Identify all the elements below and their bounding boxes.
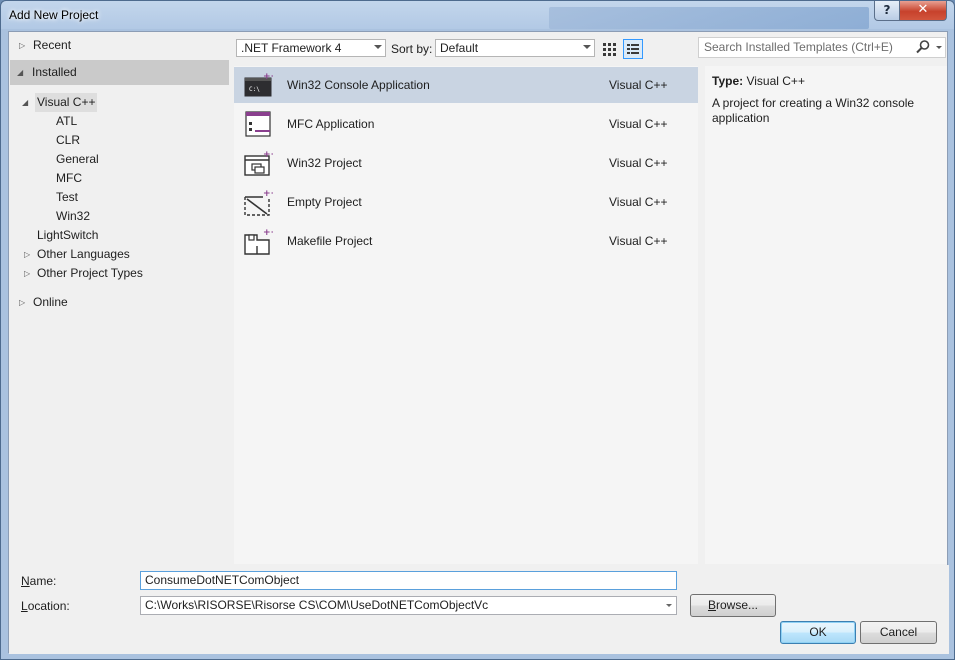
- type-label: Type:: [712, 74, 744, 88]
- chevron-down-icon[interactable]: [666, 604, 672, 607]
- add-new-project-dialog: Add New Project ? ✕ ▷ Recent ◢ Installed…: [0, 0, 955, 660]
- template-category-tree: ▷ Recent ◢ Installed ◢ Visual C++ ATL CL…: [10, 32, 231, 564]
- ok-button[interactable]: OK: [780, 621, 856, 644]
- template-toolbar: .NET Framework 4 Sort by: Default: [235, 32, 705, 66]
- tree-item-label: CLR: [56, 133, 81, 147]
- tree-item-label: MFC: [56, 171, 82, 185]
- template-name: Win32 Project: [287, 156, 362, 170]
- win32-project-icon: ++: [244, 150, 273, 176]
- tree-item-installed[interactable]: ◢ Installed: [10, 60, 229, 85]
- expand-arrow-icon[interactable]: ▷: [24, 245, 30, 264]
- list-view-button[interactable]: [623, 39, 643, 59]
- chevron-down-icon: [583, 45, 591, 49]
- empty-project-icon: ++: [244, 189, 273, 216]
- tree-item-label: Other Languages: [37, 247, 130, 261]
- help-button[interactable]: ?: [874, 1, 900, 21]
- template-item-empty-project[interactable]: ++ Empty Project Visual C++: [234, 184, 698, 220]
- svg-text:++: ++: [263, 228, 273, 238]
- template-language: Visual C++: [609, 156, 668, 170]
- tree-item-label: ATL: [56, 114, 78, 128]
- tree-item-label: Win32: [56, 209, 91, 223]
- tree-item-label: General: [56, 152, 99, 166]
- makefile-project-icon: ++: [244, 228, 273, 255]
- sort-by-label: Sort by:: [391, 42, 433, 56]
- search-icon[interactable]: [915, 39, 931, 55]
- browse-hotkey: B: [707, 598, 716, 612]
- template-name: Makefile Project: [287, 234, 373, 248]
- search-placeholder: Search Installed Templates (Ctrl+E): [704, 40, 893, 54]
- framework-select[interactable]: .NET Framework 4: [236, 39, 386, 57]
- template-type: Type: Visual C++: [712, 74, 805, 88]
- svg-text:++: ++: [263, 72, 273, 82]
- template-name: Win32 Console Application: [287, 78, 430, 92]
- dialog-title: Add New Project: [9, 8, 99, 22]
- chevron-down-icon[interactable]: [936, 46, 942, 49]
- framework-select-value: .NET Framework 4: [241, 41, 342, 55]
- template-item-makefile-project[interactable]: ++ Makefile Project Visual C++: [234, 223, 698, 259]
- expand-arrow-icon[interactable]: ▷: [24, 264, 30, 283]
- type-value: Visual C++: [746, 74, 805, 88]
- collapse-arrow-icon[interactable]: ◢: [17, 60, 23, 85]
- template-item-mfc-application[interactable]: MFC Application Visual C++: [234, 106, 698, 142]
- tree-item-label: Installed: [32, 65, 77, 79]
- template-list: C:\ ++ Win32 Console Application Visual …: [234, 66, 698, 564]
- background-window-strip: [549, 7, 869, 29]
- browse-label: rowse...: [716, 598, 759, 612]
- template-language: Visual C++: [609, 234, 668, 248]
- template-item-win32-console-application[interactable]: C:\ ++ Win32 Console Application Visual …: [234, 67, 698, 103]
- tree-item-label: Test: [56, 190, 79, 204]
- template-item-win32-project[interactable]: ++ Win32 Project Visual C++: [234, 145, 698, 181]
- sort-select[interactable]: Default: [435, 39, 595, 57]
- tree-item-label: Other Project Types: [37, 266, 143, 280]
- tree-item-label: LightSwitch: [37, 228, 99, 242]
- tree-item-label: Online: [33, 295, 68, 309]
- template-language: Visual C++: [609, 195, 668, 209]
- tree-item-label: Recent: [33, 38, 72, 52]
- close-button[interactable]: ✕: [899, 1, 947, 21]
- location-value: C:\Works\RISORSE\Risorse CS\COM\UseDotNE…: [145, 598, 489, 612]
- project-form: Name: ConsumeDotNETComObject Location: C…: [9, 565, 949, 654]
- project-name-input[interactable]: ConsumeDotNETComObject: [140, 571, 677, 590]
- grid-view-icon: [603, 43, 616, 56]
- svg-text:++: ++: [263, 189, 273, 199]
- tree-item-label: Visual C++: [35, 93, 98, 112]
- location-label-hotkey: L: [21, 599, 28, 613]
- cancel-button[interactable]: Cancel: [860, 621, 937, 644]
- sort-select-value: Default: [440, 41, 479, 55]
- template-language: Visual C++: [609, 117, 668, 131]
- template-language: Visual C++: [609, 78, 668, 92]
- svg-text:C:\: C:\: [249, 86, 260, 93]
- name-label: Name:: [21, 574, 56, 588]
- browse-button[interactable]: Browse...: [690, 594, 776, 617]
- template-details-pane: Type: Visual C++ A project for creating …: [705, 66, 947, 564]
- collapse-arrow-icon[interactable]: ◢: [22, 93, 28, 112]
- expand-arrow-icon[interactable]: ▷: [19, 293, 25, 312]
- console-app-icon: C:\ ++: [244, 72, 273, 97]
- mfc-app-icon: [245, 111, 271, 137]
- name-label-text: ame:: [29, 574, 57, 588]
- list-view-icon: [627, 44, 639, 54]
- svg-text:++: ++: [263, 150, 273, 160]
- template-name: MFC Application: [287, 117, 375, 131]
- expand-arrow-icon[interactable]: ▷: [19, 36, 25, 55]
- search-templates-input[interactable]: Search Installed Templates (Ctrl+E): [698, 37, 946, 58]
- name-label-hotkey: N: [21, 574, 30, 588]
- title-bar[interactable]: Add New Project ? ✕: [1, 1, 954, 31]
- location-label: Location:: [21, 599, 70, 613]
- template-description: A project for creating a Win32 console a…: [712, 96, 915, 125]
- template-name: Empty Project: [287, 195, 362, 209]
- chevron-down-icon: [374, 45, 382, 49]
- location-label-text: ocation:: [27, 599, 70, 613]
- location-combo[interactable]: C:\Works\RISORSE\Risorse CS\COM\UseDotNE…: [140, 596, 677, 615]
- small-icons-view-button[interactable]: [599, 39, 619, 59]
- dialog-client-area: ▷ Recent ◢ Installed ◢ Visual C++ ATL CL…: [8, 31, 949, 654]
